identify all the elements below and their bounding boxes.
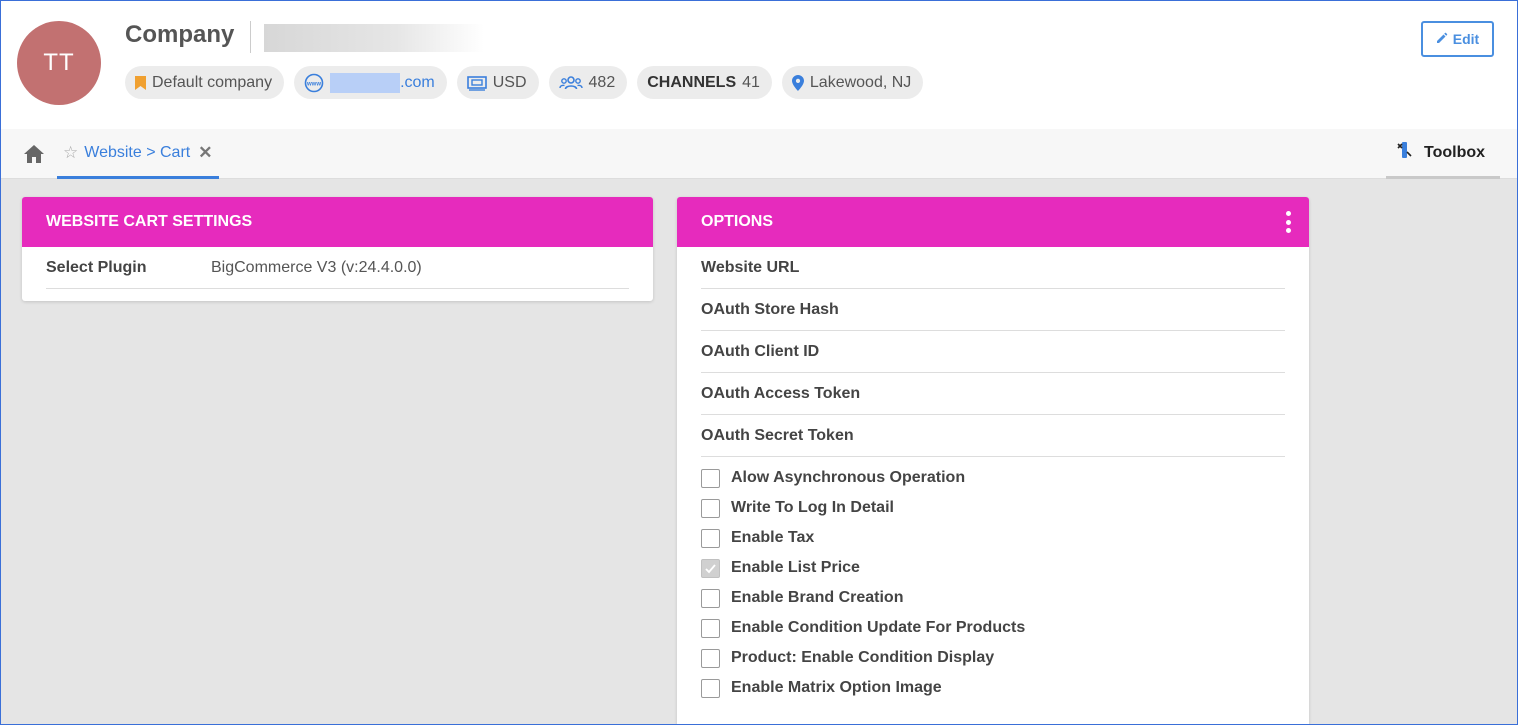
select-plugin-row[interactable]: Select Plugin BigCommerce V3 (v:24.4.0.0… [46,247,629,289]
company-name: Company [125,21,235,48]
checkbox-label: Enable List Price [731,559,860,576]
checkbox-label: Enable Condition Update For Products [731,619,1026,636]
toolbox-label: Toolbox [1424,143,1486,161]
chip-website[interactable]: www .com [294,66,447,99]
location-pin-icon [791,74,804,91]
currency-icon [466,75,487,91]
checkbox-row[interactable]: Enable Brand Creation [701,583,1285,613]
channels-label: CHANNELS [647,73,737,91]
checkmark-icon [705,563,716,573]
close-icon[interactable]: ✕ [198,143,212,163]
pencil-icon [1436,31,1448,47]
bookmark-icon [135,75,146,90]
toolbox-icon [1396,141,1412,164]
tab-bar: ☆ Website > Cart ✕ Toolbox [1,129,1517,179]
checkbox-row[interactable]: Product: Enable Condition Display [701,643,1285,673]
panel-title: WEBSITE CART SETTINGS [22,197,653,247]
checkbox[interactable] [701,588,720,608]
chip-channels[interactable]: CHANNELS 41 [637,66,772,99]
toolbox-button[interactable]: Toolbox [1386,129,1500,179]
company-info-chips: Default company www .com USD 482 CHANNEL… [125,66,924,99]
chip-location[interactable]: Lakewood, NJ [781,66,924,99]
users-icon [558,75,583,91]
panel-title: OPTIONS [701,213,774,230]
edit-button[interactable]: Edit [1421,21,1494,57]
checkbox[interactable] [701,618,720,638]
chip-default-company[interactable]: Default company [125,66,285,99]
checkbox-label: Alow Asynchronous Operation [731,469,966,486]
checkbox[interactable] [701,528,720,548]
svg-text:www: www [306,81,321,87]
website-cart-settings-panel: WEBSITE CART SETTINGS Select Plugin BigC… [22,197,653,301]
redacted-company-detail [264,24,484,52]
checkbox-row[interactable]: Enable Matrix Option Image [701,673,1285,703]
select-plugin-label: Select Plugin [46,258,147,276]
www-icon: www [304,73,324,93]
checkbox[interactable] [701,648,720,668]
avatar: TT [17,21,101,105]
chip-currency[interactable]: USD [456,66,539,99]
website-domain-suffix[interactable]: .com [400,74,435,92]
checkbox-row[interactable]: Alow Asynchronous Operation [701,463,1285,493]
field-website-url[interactable]: Website URL [701,247,1285,289]
options-checkbox-list: Alow Asynchronous Operation Write To Log… [677,457,1309,703]
checkbox-row[interactable]: Enable List Price [701,553,1285,583]
star-icon[interactable]: ☆ [63,143,78,163]
checkbox-row[interactable]: Write To Log In Detail [701,493,1285,523]
checkbox[interactable] [701,468,720,488]
edit-label: Edit [1452,31,1480,47]
home-icon[interactable] [22,142,46,166]
field-oauth-store-hash[interactable]: OAuth Store Hash [701,289,1285,331]
checkbox-row[interactable]: Enable Tax [701,523,1285,553]
checkbox-label: Enable Brand Creation [731,589,904,606]
tab-label: Website > Cart [84,143,191,161]
options-panel: OPTIONS Website URL OAuth Store Hash OAu… [677,197,1309,725]
contacts-count: 482 [588,73,616,91]
name-divider [250,21,251,53]
currency-label: USD [492,73,527,91]
checkbox[interactable] [701,678,720,698]
channels-count: 41 [742,73,760,91]
checkbox-label: Enable Tax [731,529,815,546]
panel-header: OPTIONS [677,197,1309,247]
select-plugin-value[interactable]: BigCommerce V3 (v:24.4.0.0) [211,259,422,277]
field-oauth-client-id[interactable]: OAuth Client ID [701,331,1285,373]
default-company-label: Default company [152,73,273,91]
checkbox-label: Enable Matrix Option Image [731,679,942,696]
location-label: Lakewood, NJ [809,73,912,91]
tab-website-cart[interactable]: ☆ Website > Cart ✕ [57,129,219,179]
checkbox[interactable] [701,498,720,518]
field-oauth-access-token[interactable]: OAuth Access Token [701,373,1285,415]
kebab-menu-icon[interactable] [1285,211,1291,233]
company-header: TT Company Edit Default company www .com… [1,1,1517,129]
checkbox-checked[interactable] [701,558,720,578]
field-oauth-secret-token[interactable]: OAuth Secret Token [701,415,1285,457]
checkbox-row[interactable]: Enable Condition Update For Products [701,613,1285,643]
checkbox-label: Product: Enable Condition Display [731,649,995,666]
redacted-domain [330,72,401,93]
checkbox-label: Write To Log In Detail [731,499,894,516]
chip-contacts[interactable]: 482 [548,66,628,99]
